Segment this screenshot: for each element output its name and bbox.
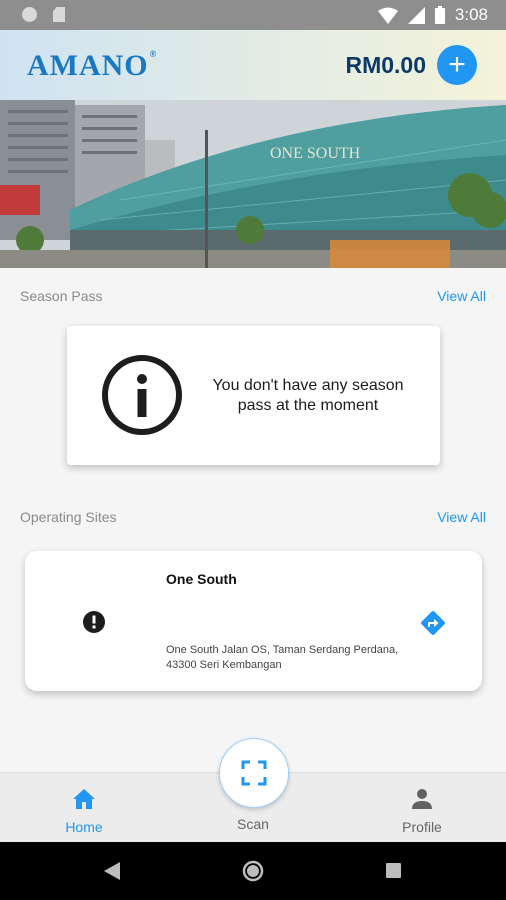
scan-button[interactable] [219, 738, 289, 808]
amano-logo: AMANO® [27, 49, 158, 82]
site-name: One South [166, 571, 237, 587]
plus-icon: + [448, 48, 466, 81]
back-icon[interactable] [104, 862, 120, 880]
nav-home-label: Home [65, 819, 103, 835]
mall-building-image: ONE SOUTH [0, 100, 506, 268]
status-time: 3:08 [454, 5, 488, 24]
nav-home[interactable]: Home [34, 787, 134, 835]
system-navigation-bar [0, 842, 506, 900]
notification-dot-icon [22, 7, 37, 22]
season-pass-empty-card: You don't have any season pass at the mo… [67, 326, 440, 465]
cell-signal-icon [407, 6, 425, 24]
mall-sign: ONE SOUTH [270, 145, 361, 162]
sd-card-icon [53, 7, 65, 22]
season-pass-view-all-link[interactable]: View All [437, 288, 486, 304]
home-icon [73, 789, 95, 809]
scan-icon [241, 760, 267, 786]
add-credit-button[interactable]: + [437, 45, 477, 85]
wifi-icon [377, 7, 398, 24]
info-icon [102, 355, 182, 435]
operating-sites-view-all-link[interactable]: View All [437, 509, 486, 525]
site-address: One South Jalan OS, Taman Serdang Perdan… [166, 644, 399, 671]
nav-scan-label: Scan [237, 816, 269, 832]
nav-scan[interactable]: Scan [203, 813, 303, 832]
season-pass-empty-message: You don't have any season pass at the mo… [212, 377, 404, 414]
nav-profile[interactable]: Profile [372, 787, 472, 835]
wallet-balance: RM0.00 [345, 52, 426, 78]
season-pass-title: Season Pass [20, 288, 103, 304]
recents-icon[interactable] [386, 863, 401, 878]
person-icon [412, 789, 432, 809]
hero-banner-image: ONE SOUTH [0, 100, 506, 268]
app-header: AMANO® RM0.00 [0, 30, 506, 100]
alert-circle-icon [83, 611, 105, 633]
site-card-one-south[interactable]: One South One South Jalan OS, Taman Serd… [25, 551, 482, 691]
directions-icon[interactable] [420, 610, 446, 636]
home-circle-icon[interactable] [242, 860, 264, 882]
status-bar: 3:08 [0, 0, 506, 30]
operating-sites-title: Operating Sites [20, 509, 117, 525]
nav-profile-label: Profile [402, 819, 442, 835]
battery-icon [434, 6, 445, 24]
